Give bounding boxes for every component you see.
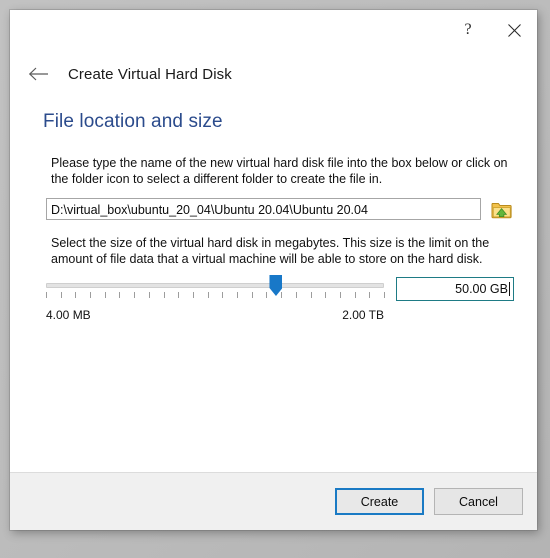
slider-min-label: 4.00 MB: [46, 308, 91, 322]
question-mark-icon: ?: [464, 20, 472, 38]
slider-tick: [237, 292, 239, 298]
slider-tick: [384, 292, 385, 298]
slider-tick: [104, 292, 106, 298]
page-content: File location and size Please type the n…: [10, 97, 537, 472]
slider-tick: [163, 292, 165, 298]
disk-size-value: 50.00 GB: [455, 282, 508, 296]
slider-tick: [325, 292, 327, 298]
cancel-button[interactable]: Cancel: [434, 488, 523, 515]
slider-tick: [369, 292, 371, 298]
disk-size-description: Select the size of the virtual hard disk…: [51, 236, 490, 266]
slider-max-label: 2.00 TB: [342, 308, 384, 322]
create-virtual-hard-disk-dialog: ? Create Virtual Hard Disk File location…: [10, 10, 537, 530]
slider-tick: [339, 292, 341, 298]
file-path-row: D:\virtual_box\ubuntu_20_04\Ubuntu 20.04…: [46, 197, 514, 221]
slider-tick: [148, 292, 150, 298]
disk-size-slider[interactable]: 4.00 MB 2.00 TB: [46, 275, 385, 322]
size-controls-row: 4.00 MB 2.00 TB 50.00 GB: [46, 275, 514, 322]
slider-tick: [310, 292, 312, 298]
slider-tick: [119, 292, 121, 298]
slider-track[interactable]: [46, 275, 384, 296]
slider-tick: [295, 292, 297, 298]
close-button[interactable]: [491, 10, 537, 51]
slider-tick: [354, 292, 356, 298]
slider-tick: [134, 292, 136, 298]
slider-tick: [266, 292, 268, 298]
dialog-footer: Create Cancel: [10, 472, 537, 530]
text-cursor: [509, 282, 510, 296]
size-section: Select the size of the virtual hard disk…: [46, 235, 514, 322]
slider-tick: [46, 292, 47, 298]
slider-range-labels: 4.00 MB 2.00 TB: [46, 308, 384, 322]
page-title: File location and size: [43, 111, 223, 132]
slider-tick: [222, 292, 224, 298]
wizard-title: Create Virtual Hard Disk: [68, 65, 232, 83]
file-path-input[interactable]: D:\virtual_box\ubuntu_20_04\Ubuntu 20.04…: [46, 198, 481, 220]
slider-tick: [60, 292, 62, 298]
back-arrow-icon: [28, 67, 48, 81]
help-button[interactable]: ?: [445, 10, 491, 51]
slider-tick: [192, 292, 194, 298]
slider-tick-marks: [46, 292, 385, 301]
slider-tick: [281, 292, 283, 298]
title-bar: ?: [10, 10, 537, 51]
create-button[interactable]: Create: [335, 488, 424, 515]
back-button[interactable]: [26, 61, 52, 87]
file-location-description: Please type the name of the new virtual …: [51, 156, 508, 186]
disk-size-input[interactable]: 50.00 GB: [396, 277, 514, 301]
wizard-header: Create Virtual Hard Disk: [10, 51, 537, 97]
slider-tick: [207, 292, 209, 298]
folder-open-icon: [491, 202, 512, 218]
slider-tick: [251, 292, 253, 298]
close-icon: [507, 24, 521, 37]
slider-tick: [75, 292, 77, 298]
slider-tick: [90, 292, 92, 298]
slider-tick: [178, 292, 180, 298]
browse-folder-button[interactable]: [488, 197, 514, 221]
